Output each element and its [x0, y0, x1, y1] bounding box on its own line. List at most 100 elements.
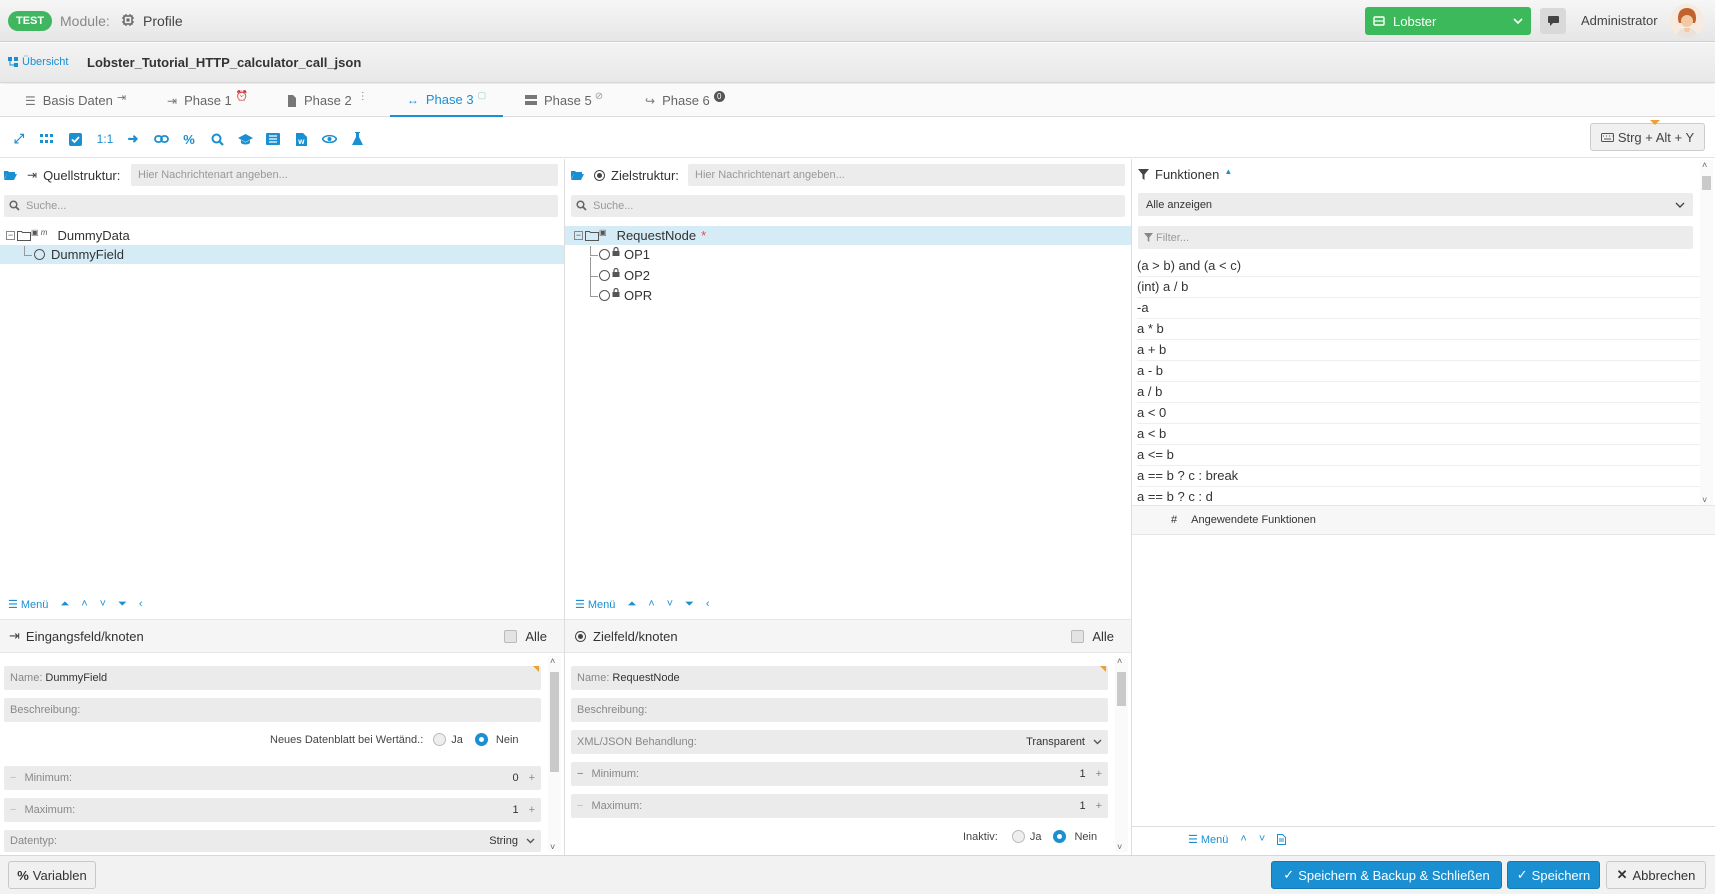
no-radio[interactable]	[474, 733, 488, 746]
chevron-down-icon[interactable]: ˅	[1259, 833, 1265, 845]
save-button[interactable]: ✓ Speichern	[1507, 861, 1600, 889]
grid-icon[interactable]	[38, 130, 56, 148]
function-item[interactable]: (int) a / b	[1137, 277, 1700, 298]
function-item[interactable]: a < b	[1137, 424, 1700, 445]
scroll-thumb[interactable]	[550, 672, 559, 772]
yes-radio[interactable]	[1011, 830, 1025, 843]
minus-icon[interactable]: −	[577, 768, 583, 780]
chevron-left-icon[interactable]: ‹	[139, 598, 143, 610]
function-item[interactable]: a / b	[1137, 382, 1700, 403]
tree-node-opr[interactable]: OPR	[565, 276, 1131, 305]
yes-radio[interactable]	[433, 733, 447, 746]
tab-phase-2[interactable]: Phase 2 ⋮	[287, 84, 368, 117]
folder-open-icon[interactable]	[571, 170, 584, 180]
scroll-thumb[interactable]	[1117, 672, 1126, 706]
function-item[interactable]: -a	[1137, 298, 1700, 319]
source-name-field[interactable]: Name: DummyField	[4, 666, 541, 690]
scroll-down-icon[interactable]: ˅	[550, 842, 555, 852]
avatar[interactable]	[1670, 4, 1704, 38]
scroll-down-icon[interactable]: ˅	[1702, 495, 1707, 505]
target-search-input[interactable]: Suche...	[571, 195, 1125, 217]
no-radio[interactable]	[1053, 830, 1067, 843]
minus-icon[interactable]: −	[10, 804, 16, 816]
function-item[interactable]: a == b ? c : break	[1137, 466, 1700, 487]
link-icon[interactable]	[152, 130, 170, 148]
workspace-select[interactable]: Lobster	[1365, 7, 1531, 35]
collapse-box-icon[interactable]: −	[574, 231, 583, 240]
folder-open-icon[interactable]	[4, 170, 17, 180]
function-item[interactable]: a + b	[1137, 340, 1700, 361]
percent-icon[interactable]: %	[180, 130, 198, 148]
variables-button[interactable]: % Variablen	[8, 861, 96, 889]
function-item[interactable]: (a > b) and (a < c)	[1137, 256, 1700, 277]
functions-menu-button[interactable]: ☰ Menü	[1188, 833, 1228, 846]
arrow-right-icon[interactable]: ➜	[124, 130, 142, 148]
target-name-field[interactable]: Name: RequestNode	[571, 666, 1108, 690]
source-datatype-select[interactable]: Datentyp: String	[4, 830, 541, 852]
chevron-up-icon[interactable]: ˄	[648, 598, 654, 610]
chevron-up-icon[interactable]: ˄	[81, 598, 87, 610]
source-search-input[interactable]: Suche...	[4, 195, 558, 217]
chevron-down-icon[interactable]: ˅	[667, 598, 673, 610]
function-item[interactable]: a < 0	[1137, 403, 1700, 424]
document-icon[interactable]	[1277, 833, 1287, 845]
tab-phase-6[interactable]: ↪ Phase 6 0	[645, 84, 725, 117]
target-maximum-stepper[interactable]: − Maximum: 1 +	[571, 794, 1108, 818]
function-item[interactable]: a - b	[1137, 361, 1700, 382]
scroll-up-icon[interactable]: ˄	[1702, 160, 1707, 170]
double-chevron-down-icon[interactable]: ⏷	[118, 598, 127, 611]
plus-icon[interactable]: +	[1096, 800, 1102, 812]
target-message-type-input[interactable]: Hier Nachrichtenart angeben...	[688, 164, 1125, 186]
tab-phase-1[interactable]: ⇥ Phase 1 ⏰	[167, 84, 248, 117]
tree-node-op2[interactable]: OP2	[565, 256, 1131, 285]
checkbox-icon[interactable]	[66, 130, 84, 148]
source-minimum-stepper[interactable]: − Minimum: 0 +	[4, 766, 541, 790]
chat-button[interactable]	[1540, 8, 1566, 34]
scroll-thumb[interactable]	[1702, 176, 1711, 190]
scroll-down-icon[interactable]: ˅	[1117, 842, 1122, 852]
module-name[interactable]: Profile	[143, 13, 183, 29]
all-checkbox[interactable]	[1071, 629, 1085, 643]
function-item[interactable]: a <= b	[1137, 445, 1700, 466]
tree-node-requestnode[interactable]: − ▣ RequestNode *	[565, 226, 1131, 245]
tab-phase-3[interactable]: ↔ Phase 3 ▢	[390, 84, 503, 117]
tree-node-dummyfield[interactable]: DummyField	[0, 245, 564, 264]
scroll-up-icon[interactable]: ˄	[550, 656, 555, 666]
eye-icon[interactable]	[320, 130, 338, 148]
flask-icon[interactable]	[348, 130, 366, 148]
chevron-up-icon[interactable]: ˄	[1240, 833, 1246, 845]
target-menu-button[interactable]: ☰ Menü	[575, 598, 615, 611]
source-maximum-stepper[interactable]: − Maximum: 1 +	[4, 798, 541, 822]
target-details-scrollbar[interactable]: ˄ ˅	[1115, 656, 1128, 852]
double-chevron-up-icon[interactable]: ⏶	[627, 598, 636, 611]
save-backup-close-button[interactable]: ✓ Speichern & Backup & Schließen	[1271, 861, 1502, 889]
function-item[interactable]: a * b	[1137, 319, 1700, 340]
chevron-left-icon[interactable]: ‹	[706, 598, 710, 610]
tree-node-op1[interactable]: OP1	[565, 245, 1131, 264]
tab-phase-5[interactable]: Phase 5 ⊘	[525, 84, 603, 117]
target-minimum-stepper[interactable]: − Minimum: 1 +	[571, 762, 1108, 786]
sort-up-icon[interactable]: ▲	[1224, 167, 1232, 176]
source-message-type-input[interactable]: Hier Nachrichtenart angeben...	[131, 164, 558, 186]
function-list-scrollbar[interactable]: ˄ ˅	[1700, 160, 1713, 505]
word-file-icon[interactable]: W	[292, 130, 310, 148]
source-menu-button[interactable]: ☰ Menü	[8, 598, 48, 611]
scroll-up-icon[interactable]: ˄	[1117, 656, 1122, 666]
source-description-field[interactable]: Beschreibung:	[4, 698, 541, 722]
tree-node-dummydata[interactable]: − ▣ m DummyData	[0, 226, 564, 245]
user-name[interactable]: Administrator	[1581, 13, 1658, 28]
xml-json-handling-select[interactable]: XML/JSON Behandlung: Transparent	[571, 730, 1108, 754]
target-description-field[interactable]: Beschreibung:	[571, 698, 1108, 722]
plus-icon[interactable]: +	[529, 772, 535, 784]
search-icon[interactable]	[208, 130, 226, 148]
minus-icon[interactable]: −	[10, 772, 16, 784]
minus-icon[interactable]: −	[577, 800, 583, 812]
chevron-down-icon[interactable]: ˅	[100, 598, 106, 610]
source-details-scrollbar[interactable]: ˄ ˅	[548, 656, 561, 852]
function-filter-input[interactable]: Filter...	[1138, 226, 1693, 249]
one-to-one-button[interactable]: 1:1	[94, 130, 116, 148]
double-chevron-down-icon[interactable]: ⏷	[685, 598, 694, 611]
expand-icon[interactable]: ⤢	[10, 130, 28, 148]
graduation-cap-icon[interactable]	[236, 130, 254, 148]
overview-link[interactable]: Übersicht	[8, 56, 68, 68]
